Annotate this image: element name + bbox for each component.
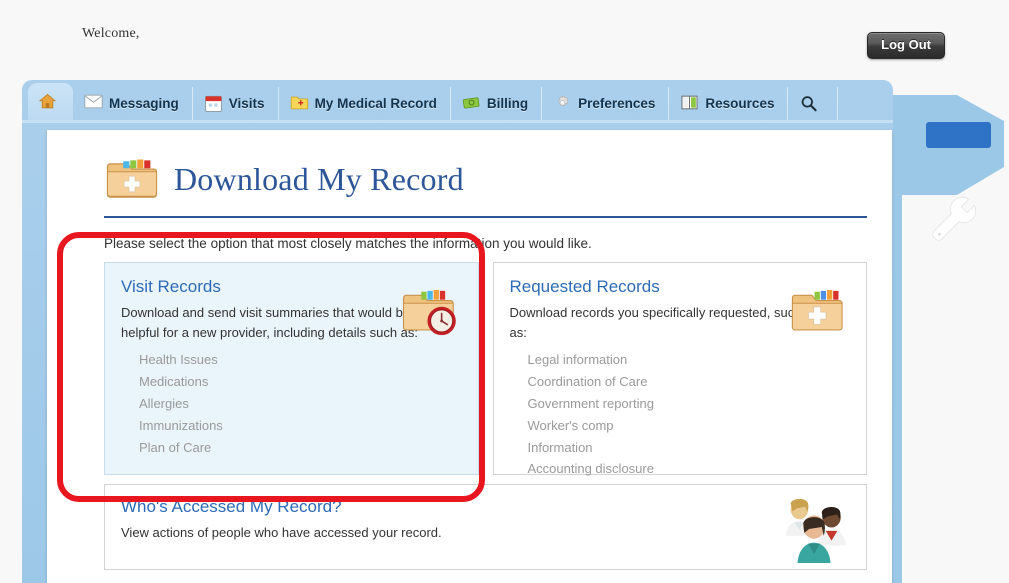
list-item: Health Issues xyxy=(139,352,218,368)
page-title: Download My Record xyxy=(174,161,464,197)
tab-label-messaging: Messaging xyxy=(109,96,179,111)
app-frame: Messaging Visits My Medical Record Billi… xyxy=(22,80,893,583)
list-item: Legal information xyxy=(527,352,628,368)
list-item: Government reporting xyxy=(527,395,654,411)
logout-button[interactable]: Log Out xyxy=(867,32,945,60)
option-card-description: Download records you specifically reques… xyxy=(509,305,802,341)
folder-clock-icon xyxy=(400,287,462,339)
option-card-description: Download and send visit summaries that w… xyxy=(121,305,419,341)
page-root: Welcome, Log Out Messaging Visits My Med… xyxy=(0,0,1009,583)
bottom-card-title: Who's Accessed My Record? xyxy=(121,497,342,516)
lead-instruction: Please select the option that most close… xyxy=(104,236,592,251)
option-card-requested-records[interactable]: Requested Records Download records you s… xyxy=(492,262,867,476)
envelope-icon xyxy=(84,94,103,113)
gear-icon xyxy=(553,94,572,113)
sidebar-item-home[interactable] xyxy=(28,83,73,120)
main-navigation: Messaging Visits My Medical Record Billi… xyxy=(22,80,893,120)
tab-label-my-medical-record: My Medical Record xyxy=(314,96,437,111)
tab-search[interactable] xyxy=(788,87,839,120)
book-icon xyxy=(680,94,699,113)
list-item: Coordination of Care xyxy=(527,374,648,390)
home-icon xyxy=(38,92,57,111)
folder-star-icon xyxy=(290,94,309,113)
tab-messaging[interactable]: Messaging xyxy=(73,87,193,120)
page-title-row: Download My Record xyxy=(47,130,892,207)
content-panel: Download My Record Please select the opt… xyxy=(47,130,892,583)
list-item: Worker's comp xyxy=(527,417,614,433)
option-cards-row: Visit Records Download and send visit su… xyxy=(104,262,867,476)
tab-label-resources: Resources xyxy=(705,96,775,111)
whos-accessed-my-record-card[interactable]: Who's Accessed My Record? View actions o… xyxy=(104,484,867,570)
bottom-card-description: View actions of people who have accessed… xyxy=(121,525,442,540)
tab-visits[interactable]: Visits xyxy=(193,87,279,120)
medical-folder-icon xyxy=(788,287,850,339)
list-item: Allergies xyxy=(139,395,189,411)
tab-label-preferences: Preferences xyxy=(578,96,656,111)
search-icon xyxy=(799,94,818,113)
calendar-icon xyxy=(204,94,223,113)
welcome-text: Welcome, xyxy=(82,26,140,41)
tab-billing[interactable]: Billing xyxy=(451,87,543,120)
list-item: Accounting disclosure xyxy=(527,461,654,477)
option-card-list: Health Issues Medications Allergies Immu… xyxy=(139,349,462,458)
money-icon xyxy=(462,94,481,113)
tab-resources[interactable]: Resources xyxy=(669,87,789,120)
list-item: Plan of Care xyxy=(139,439,212,455)
title-divider xyxy=(104,216,867,218)
tab-label-visits: Visits xyxy=(228,96,265,111)
list-item: Immunizations xyxy=(139,417,223,433)
option-card-visit-records[interactable]: Visit Records Download and send visit su… xyxy=(104,262,479,475)
wrench-icon[interactable] xyxy=(925,190,983,248)
list-item: Medications xyxy=(139,374,209,390)
tab-my-medical-record[interactable]: My Medical Record xyxy=(279,87,451,120)
tab-preferences[interactable]: Preferences xyxy=(542,87,670,120)
tabstrip-divider xyxy=(22,120,893,123)
list-item: Information xyxy=(527,439,593,455)
tab-label-billing: Billing xyxy=(486,96,529,111)
blue-badge-button[interactable] xyxy=(926,122,991,148)
people-group-icon xyxy=(776,491,852,565)
option-card-list: Legal information Coordination of Care G… xyxy=(528,349,851,480)
medical-folder-icon xyxy=(104,152,160,207)
